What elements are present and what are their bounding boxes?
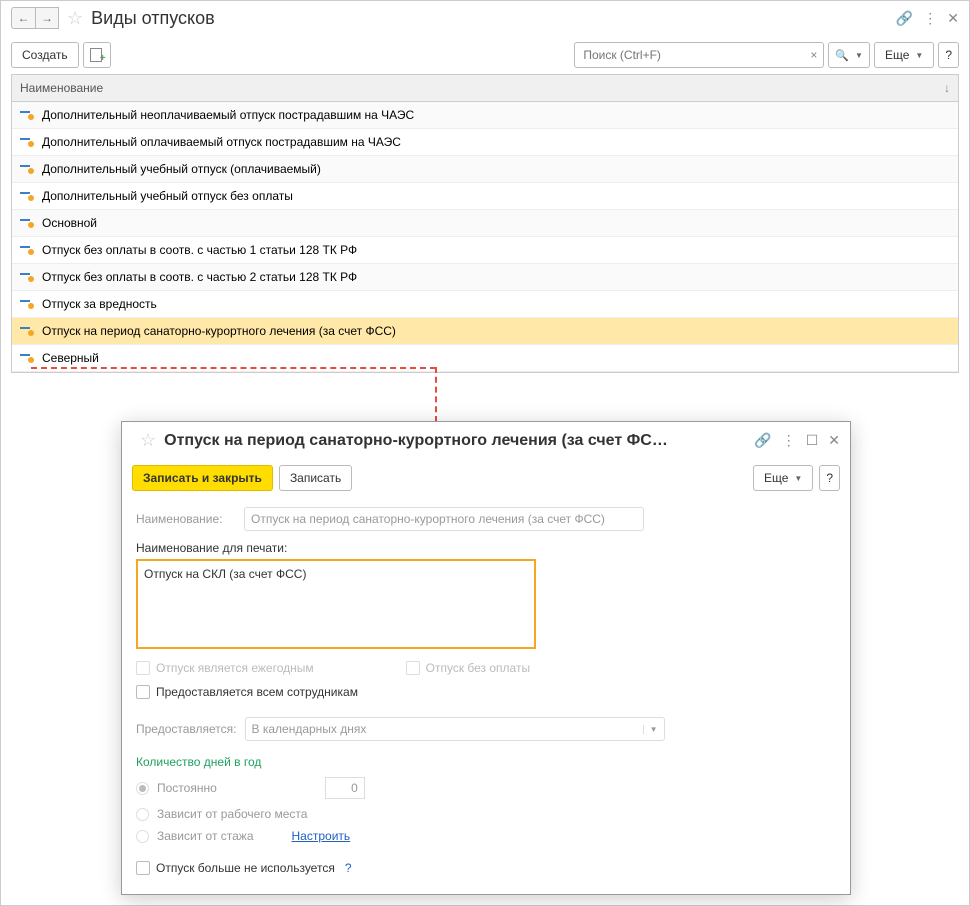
save-button[interactable]: Записать bbox=[279, 465, 352, 491]
sort-indicator-icon: ↓ bbox=[944, 81, 950, 95]
configure-link[interactable]: Настроить bbox=[292, 829, 351, 843]
document-plus-icon bbox=[90, 48, 104, 62]
list-row[interactable]: Отпуск на период санаторно-курортного ле… bbox=[12, 318, 958, 345]
edit-modal: ☆ Отпуск на период санаторно-курортного … bbox=[121, 421, 851, 895]
column-name-label: Наименование bbox=[20, 81, 103, 95]
close-icon[interactable]: ✕ bbox=[947, 10, 959, 27]
unpaid-checkbox bbox=[406, 661, 420, 675]
search-settings-button[interactable]: ▼ bbox=[828, 42, 870, 68]
radio-workplace bbox=[136, 808, 149, 821]
annual-label: Отпуск является ежегодным bbox=[156, 661, 314, 675]
list-row[interactable]: Основной bbox=[12, 210, 958, 237]
modal-more-button[interactable]: Еще▼ bbox=[753, 465, 813, 491]
list-row[interactable]: Дополнительный учебный отпуск (оплачивае… bbox=[12, 156, 958, 183]
list-item-label: Основной bbox=[42, 216, 97, 230]
list-item-label: Отпуск без оплаты в соотв. с частью 1 ст… bbox=[42, 243, 357, 257]
annual-checkbox bbox=[136, 661, 150, 675]
list-row[interactable]: Отпуск без оплаты в соотв. с частью 2 ст… bbox=[12, 264, 958, 291]
list-item-label: Дополнительный неоплачиваемый отпуск пос… bbox=[42, 108, 414, 122]
print-name-label: Наименование для печати: bbox=[136, 541, 836, 555]
create-button[interactable]: Создать bbox=[11, 42, 79, 68]
list-item-label: Отпуск за вредность bbox=[42, 297, 157, 311]
list-row[interactable]: Дополнительный неоплачиваемый отпуск пос… bbox=[12, 102, 958, 129]
all-employees-label: Предоставляется всем сотрудникам bbox=[156, 685, 358, 699]
annotation-arrow bbox=[435, 367, 437, 422]
save-and-close-button[interactable]: Записать и закрыть bbox=[132, 465, 273, 491]
radio-tenure-label: Зависит от стажа bbox=[157, 829, 254, 843]
modal-help-button[interactable]: ? bbox=[819, 465, 840, 491]
provided-label: Предоставляется: bbox=[136, 722, 237, 736]
leave-type-icon bbox=[20, 218, 34, 228]
modal-kebab-icon[interactable]: ⋮ bbox=[782, 432, 796, 449]
leave-type-icon bbox=[20, 110, 34, 120]
leave-type-icon bbox=[20, 353, 34, 363]
print-name-textarea[interactable]: Отпуск на СКЛ (за счет ФСС) bbox=[136, 559, 536, 649]
radio-constant-label: Постоянно bbox=[157, 781, 217, 795]
list-row[interactable]: Дополнительный учебный отпуск без оплаты bbox=[12, 183, 958, 210]
list-item-label: Отпуск без оплаты в соотв. с частью 2 ст… bbox=[42, 270, 357, 284]
days-section-title: Количество дней в год bbox=[136, 755, 836, 769]
list-row[interactable]: Отпуск без оплаты в соотв. с частью 1 ст… bbox=[12, 237, 958, 264]
leave-type-icon bbox=[20, 272, 34, 282]
days-count-input[interactable]: 0 bbox=[325, 777, 365, 799]
help-question-icon[interactable]: ? bbox=[345, 861, 352, 875]
list-item-label: Дополнительный оплачиваемый отпуск постр… bbox=[42, 135, 401, 149]
list-item-label: Дополнительный учебный отпуск (оплачивае… bbox=[42, 162, 321, 176]
provided-select[interactable]: В календарных днях ▼ bbox=[245, 717, 665, 741]
radio-constant bbox=[136, 782, 149, 795]
page-title: Виды отпусков bbox=[91, 8, 896, 29]
not-used-checkbox[interactable] bbox=[136, 861, 150, 875]
provided-value: В календарных днях bbox=[252, 722, 367, 736]
forward-button[interactable]: → bbox=[35, 7, 59, 29]
name-input[interactable]: Отпуск на период санаторно-курортного ле… bbox=[244, 507, 644, 531]
list-column-header[interactable]: Наименование ↓ bbox=[12, 75, 958, 102]
leave-type-icon bbox=[20, 245, 34, 255]
main-toolbar: Создать × ▼ Еще▼ ? bbox=[1, 36, 969, 74]
modal-title: Отпуск на период санаторно-курортного ле… bbox=[164, 432, 754, 450]
kebab-menu-icon[interactable]: ⋮ bbox=[923, 10, 937, 27]
unpaid-label: Отпуск без оплаты bbox=[426, 661, 530, 675]
list-item-label: Дополнительный учебный отпуск без оплаты bbox=[42, 189, 293, 203]
modal-close-icon[interactable]: ✕ bbox=[828, 432, 840, 449]
leave-type-icon bbox=[20, 299, 34, 309]
leave-type-icon bbox=[20, 137, 34, 147]
list-row[interactable]: Северный bbox=[12, 345, 958, 372]
leave-type-icon bbox=[20, 164, 34, 174]
list-item-label: Отпуск на период санаторно-курортного ле… bbox=[42, 324, 396, 338]
link-icon[interactable]: 🔗 bbox=[896, 10, 913, 27]
search-clear-icon[interactable]: × bbox=[810, 48, 817, 62]
modal-header: ☆ Отпуск на период санаторно-курортного … bbox=[122, 422, 850, 459]
modal-toolbar: Записать и закрыть Записать Еще▼ ? bbox=[122, 459, 850, 497]
more-button[interactable]: Еще▼ bbox=[874, 42, 934, 68]
create-copy-button[interactable] bbox=[83, 42, 111, 68]
chevron-down-icon: ▼ bbox=[643, 725, 658, 734]
all-employees-checkbox[interactable] bbox=[136, 685, 150, 699]
search-input[interactable] bbox=[581, 47, 810, 63]
name-label: Наименование: bbox=[136, 512, 236, 526]
main-header: ← → ☆ Виды отпусков 🔗 ⋮ ✕ bbox=[1, 1, 969, 36]
radio-workplace-label: Зависит от рабочего места bbox=[157, 807, 307, 821]
radio-tenure bbox=[136, 830, 149, 843]
list-row[interactable]: Отпуск за вредность bbox=[12, 291, 958, 318]
list-item-label: Северный bbox=[42, 351, 99, 365]
help-button[interactable]: ? bbox=[938, 42, 959, 68]
search-input-container[interactable]: × bbox=[574, 42, 824, 68]
favorite-star-icon[interactable]: ☆ bbox=[67, 8, 83, 29]
list-row[interactable]: Дополнительный оплачиваемый отпуск постр… bbox=[12, 129, 958, 156]
modal-favorite-star-icon[interactable]: ☆ bbox=[140, 430, 156, 451]
not-used-label: Отпуск больше не используется bbox=[156, 861, 335, 875]
modal-link-icon[interactable]: 🔗 bbox=[754, 432, 771, 449]
leave-type-icon bbox=[20, 191, 34, 201]
list-container: Наименование ↓ Дополнительный неоплачива… bbox=[11, 74, 959, 373]
back-button[interactable]: ← bbox=[11, 7, 35, 29]
magnifier-icon bbox=[835, 48, 849, 62]
modal-maximize-icon[interactable]: ☐ bbox=[806, 432, 819, 449]
leave-type-icon bbox=[20, 326, 34, 336]
